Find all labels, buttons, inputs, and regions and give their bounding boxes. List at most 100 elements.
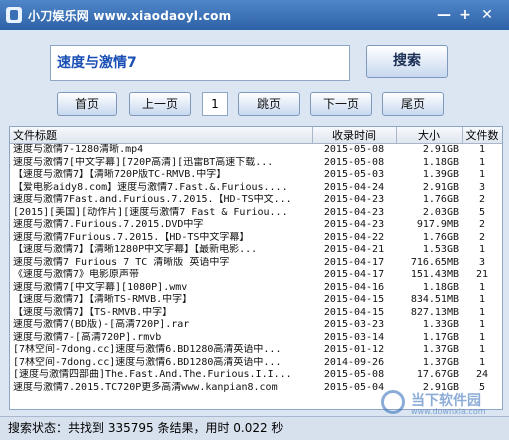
table-row[interactable]: 速度与激情7Furious.7.2015.【HD-TS中文字幕】 2015-04-… bbox=[10, 232, 502, 245]
cell-size: 834.51MB bbox=[410, 294, 459, 306]
table-row[interactable]: 【速度与激情7】【TS-RMVB.中字】 2015-04-15 827.13MB 1 bbox=[10, 307, 502, 320]
cell-title: 【速度与激情7】【清晰TS-RMVB.中字】 bbox=[13, 294, 193, 306]
watermark: 当下软件园 www.downxia.com bbox=[381, 388, 501, 418]
table-row[interactable]: 【爱电影aidy8.com】速度与激情7.Fast.&.Furious.... 2… bbox=[10, 182, 502, 195]
column-header-size[interactable]: 大小 bbox=[396, 127, 463, 144]
cell-title: 速度与激情7-1280清晰.mp4 bbox=[13, 144, 144, 156]
table-row[interactable]: 速度与激情7[中文字幕][720P高清][迅雷BT高速下载... 2015-05-… bbox=[10, 157, 502, 170]
cell-count: 1 bbox=[478, 306, 486, 318]
cell-size: 716.65MB bbox=[410, 256, 459, 268]
cell-title: [速度与激情四部曲]The.Fast.And.The.Furious.I.I..… bbox=[13, 369, 292, 381]
cell-date: 2015-04-17 bbox=[323, 269, 385, 281]
cell-date: 2015-04-24 bbox=[323, 181, 385, 193]
cell-title: 【速度与激情7】【清晰1280P中文字幕】【最新电影... bbox=[13, 244, 258, 256]
cell-count: 21 bbox=[475, 269, 489, 281]
prev-page-button[interactable]: 上一页 bbox=[129, 92, 191, 116]
cell-title: 速度与激情7[中文字幕][1080P].wmv bbox=[13, 281, 188, 293]
table-row[interactable]: 速度与激情7(BD版)-[高清720P].rar 2015-03-23 1.33GB… bbox=[10, 319, 502, 332]
window-title: 小刀娱乐网 www.xiaodaoyl.com bbox=[28, 9, 232, 23]
cell-count: 1 bbox=[478, 356, 486, 368]
maximize-button[interactable]: + bbox=[456, 6, 474, 24]
first-page-button[interactable]: 首页 bbox=[57, 92, 117, 116]
cell-title: 速度与激情7.2015.TC720P更多高清www.kanpian8.com bbox=[13, 381, 278, 393]
cell-date: 2014-09-26 bbox=[323, 356, 385, 368]
last-page-button[interactable]: 尾页 bbox=[382, 92, 444, 116]
table-row[interactable]: 【速度与激情7】【清晰TS-RMVB.中字】 2015-04-15 834.51MB… bbox=[10, 294, 502, 307]
search-button[interactable]: 搜索 bbox=[366, 45, 448, 78]
cell-date: 2015-05-08 bbox=[323, 369, 385, 381]
cell-title: 【速度与激情7】【清晰720P版TC-RMVB.中字】 bbox=[13, 169, 227, 181]
cell-title: 速度与激情7Furious.7.2015.【HD-TS中文字幕】 bbox=[13, 231, 250, 243]
table-row[interactable]: 速度与激情7[中文字幕][1080P].wmv 2015-04-16 1.18GB 1 bbox=[10, 282, 502, 295]
cell-count: 2 bbox=[478, 219, 486, 231]
cell-size: 1.76GB bbox=[422, 231, 459, 243]
table-row[interactable]: 《速度与激情7》电影原声带 2015-04-17 151.43MB 21 bbox=[10, 269, 502, 282]
cell-count: 1 bbox=[478, 294, 486, 306]
cell-date: 2015-01-12 bbox=[323, 344, 385, 356]
table-row[interactable]: 速度与激情7Fast.and.Furious.7.2015.【HD-TS中文..… bbox=[10, 194, 502, 207]
column-header-date[interactable]: 收录时间 bbox=[312, 127, 397, 144]
cell-date: 2015-04-17 bbox=[323, 256, 385, 268]
cell-date: 2015-03-14 bbox=[323, 331, 385, 343]
column-header-title[interactable]: 文件标题 bbox=[10, 127, 313, 144]
table-row[interactable]: 速度与激情7-1280清晰.mp4 2015-05-08 2.91GB 1 bbox=[10, 144, 502, 157]
results-list[interactable]: 文件标题 收录时间 大小 文件数 速度与激情7-1280清晰.mp4 2015-0… bbox=[9, 126, 503, 410]
table-row[interactable]: [7林空间-7dong.cc]速度与激情6.BD1280高清英语中... 2015… bbox=[10, 344, 502, 357]
close-button[interactable]: ✕ bbox=[478, 6, 496, 24]
table-row[interactable]: 速度与激情7-[高清720P].rmvb 2015-03-14 1.17GB 1 bbox=[10, 332, 502, 345]
cell-date: 2015-05-08 bbox=[323, 156, 385, 168]
table-row[interactable]: 速度与激情7.Furious.7.2015.DVD中字 2015-04-23 917… bbox=[10, 219, 502, 232]
table-row[interactable]: [7林空间-7dong.cc]速度与激情6.BD1280高清英语中... 2014… bbox=[10, 357, 502, 370]
cell-count: 1 bbox=[478, 169, 486, 181]
jump-page-button[interactable]: 跳页 bbox=[238, 92, 300, 116]
results-table: 文件标题 收录时间 大小 文件数 速度与激情7-1280清晰.mp4 2015-0… bbox=[10, 127, 502, 394]
table-row[interactable]: [速度与激情四部曲]The.Fast.And.The.Furious.I.I..… bbox=[10, 369, 502, 382]
cell-count: 1 bbox=[478, 156, 486, 168]
title-bar: 小刀娱乐网 www.xiaodaoyl.com — + ✕ bbox=[0, 0, 509, 30]
cell-date: 2015-04-15 bbox=[323, 306, 385, 318]
minimize-button[interactable]: — bbox=[435, 6, 453, 24]
page-number-input[interactable]: 1 bbox=[202, 92, 228, 116]
cell-count: 1 bbox=[478, 331, 486, 343]
cell-size: 827.13MB bbox=[410, 306, 459, 318]
cell-count: 1 bbox=[478, 319, 486, 331]
table-row[interactable]: [2015][美国][动作片][速度与激情7 Fast & Furiou... 2… bbox=[10, 207, 502, 220]
cell-size: 1.53GB bbox=[422, 244, 459, 256]
cell-count: 2 bbox=[478, 194, 486, 206]
cell-title: [2015][美国][动作片][速度与激情7 Fast & Furiou... bbox=[13, 206, 288, 218]
cell-count: 1 bbox=[478, 281, 486, 293]
watermark-logo-icon bbox=[381, 390, 405, 414]
cell-size: 2.03GB bbox=[422, 206, 459, 218]
cell-size: 1.37GB bbox=[422, 356, 459, 368]
cell-date: 2015-04-15 bbox=[323, 294, 385, 306]
next-page-button[interactable]: 下一页 bbox=[310, 92, 372, 116]
main-panel: 速度与激情7 搜索 首页 上一页 1 跳页 下一页 尾页 文件标题 收录时间 大… bbox=[0, 30, 509, 422]
cell-title: 速度与激情7 Furious 7 TC 清晰版 英语中字 bbox=[13, 256, 230, 268]
cell-count: 24 bbox=[475, 369, 489, 381]
search-input[interactable]: 速度与激情7 bbox=[50, 45, 350, 81]
cell-title: 速度与激情7[中文字幕][720P高清][迅雷BT高速下载... bbox=[13, 156, 274, 168]
cell-size: 1.39GB bbox=[422, 169, 459, 181]
cell-title: 《速度与激情7》电影原声带 bbox=[13, 269, 140, 281]
cell-size: 1.37GB bbox=[422, 344, 459, 356]
cell-date: 2015-05-08 bbox=[323, 144, 385, 156]
cell-size: 1.17GB bbox=[422, 331, 459, 343]
cell-size: 1.33GB bbox=[422, 319, 459, 331]
cell-size: 1.76GB bbox=[422, 194, 459, 206]
cell-size: 2.91GB bbox=[422, 181, 459, 193]
table-row[interactable]: 速度与激情7 Furious 7 TC 清晰版 英语中字 2015-04-17 71… bbox=[10, 257, 502, 270]
cell-size: 17.67GB bbox=[416, 369, 459, 381]
cell-size: 2.91GB bbox=[422, 144, 459, 156]
cell-count: 3 bbox=[478, 256, 486, 268]
table-row[interactable]: 【速度与激情7】【清晰1280P中文字幕】【最新电影... 2015-04-21 1… bbox=[10, 244, 502, 257]
column-header-count[interactable]: 文件数 bbox=[462, 127, 502, 144]
cell-size: 151.43MB bbox=[410, 269, 459, 281]
cell-title: 【爱电影aidy8.com】速度与激情7.Fast.&.Furious.... bbox=[13, 181, 288, 193]
cell-date: 2015-03-23 bbox=[323, 319, 385, 331]
cell-title: 速度与激情7Fast.and.Furious.7.2015.【HD-TS中文..… bbox=[13, 194, 292, 206]
cell-title: 【速度与激情7】【TS-RMVB.中字】 bbox=[13, 306, 173, 318]
table-row[interactable]: 【速度与激情7】【清晰720P版TC-RMVB.中字】 2015-05-03 1.3… bbox=[10, 169, 502, 182]
status-bar: 搜索状态：共找到 335795 条结果，用时 0.022 秒 bbox=[0, 416, 509, 440]
cell-date: 2015-04-21 bbox=[323, 244, 385, 256]
cell-size: 1.18GB bbox=[422, 156, 459, 168]
